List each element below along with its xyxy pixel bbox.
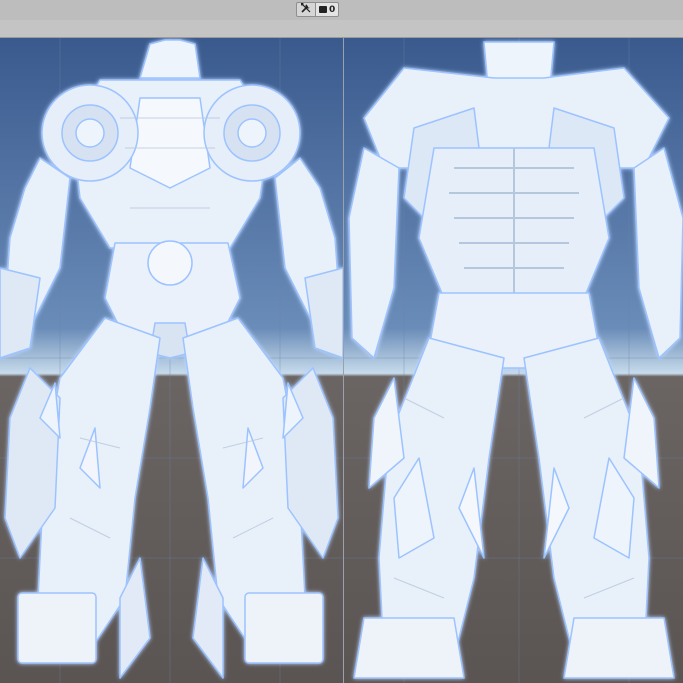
tools-button[interactable] xyxy=(296,2,316,17)
camera-count-label: 0 xyxy=(329,4,336,15)
gizmo-controls: 0 xyxy=(296,2,340,17)
scene-toolbar: 0 xyxy=(0,0,683,21)
viewport-left[interactable] xyxy=(0,38,343,683)
viewport-divider xyxy=(343,38,344,683)
wrench-screwdriver-icon xyxy=(300,1,312,19)
scene-view[interactable] xyxy=(0,38,683,683)
viewport-right[interactable] xyxy=(344,38,683,683)
camera-icon xyxy=(319,6,327,13)
viewport-header-strip xyxy=(0,20,683,38)
camera-count-button[interactable]: 0 xyxy=(316,2,340,17)
